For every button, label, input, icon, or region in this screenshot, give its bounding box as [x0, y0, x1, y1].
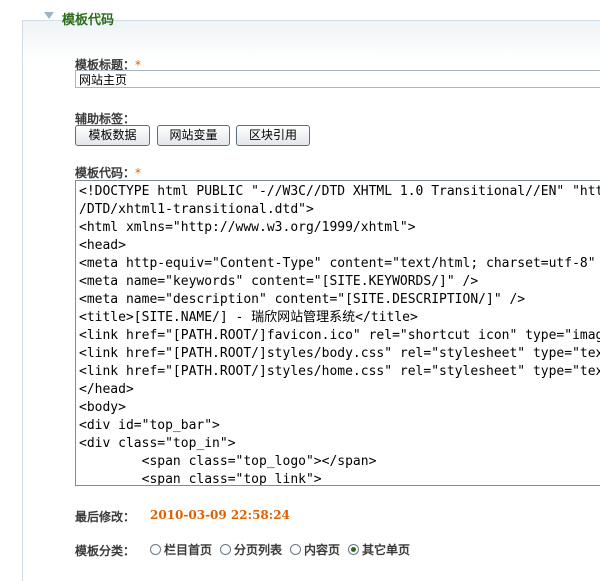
category-radio-3[interactable]: 其它单页 [348, 541, 410, 558]
category-radio-0[interactable]: 栏目首页 [150, 541, 212, 558]
category-radio-2[interactable]: 内容页 [290, 541, 340, 558]
last-modified-value: 2010-03-09 22:58:24 [150, 508, 290, 522]
category-radio-label: 内容页 [304, 543, 341, 557]
template-category-label: 模板分类： [75, 544, 136, 558]
template-code-textarea[interactable]: <!DOCTYPE html PUBLIC "-//W3C//DTD XHTML… [75, 180, 600, 486]
required-mark-code: * [135, 166, 142, 180]
last-modified-label: 最后修改： [75, 510, 136, 524]
collapse-triangle-icon[interactable] [44, 12, 54, 19]
template-code-label: 模板代码：* [75, 164, 141, 181]
template-data-button[interactable]: 模板数据 [75, 125, 150, 146]
template-code-label-text: 模板代码： [75, 166, 136, 180]
category-radio-1[interactable]: 分页列表 [220, 541, 282, 558]
category-radio-label: 栏目首页 [164, 543, 213, 557]
block-reference-button[interactable]: 区块引用 [236, 125, 310, 146]
radio-circle-icon[interactable] [150, 544, 161, 555]
category-radio-label: 其它单页 [362, 543, 411, 557]
category-radio-group: 栏目首页 分页列表 内容页 其它单页 [150, 541, 418, 558]
site-variables-button[interactable]: 网站变量 [157, 125, 230, 146]
template-code-content: <!DOCTYPE html PUBLIC "-//W3C//DTD XHTML… [79, 184, 600, 486]
radio-circle-icon[interactable] [220, 544, 232, 555]
category-radio-label: 分页列表 [234, 543, 283, 557]
template-title-input[interactable]: 网站主页 [75, 70, 600, 88]
radio-circle-icon[interactable] [290, 544, 302, 555]
radio-circle-icon[interactable] [348, 544, 360, 555]
section-title: 模板代码 [62, 13, 115, 28]
